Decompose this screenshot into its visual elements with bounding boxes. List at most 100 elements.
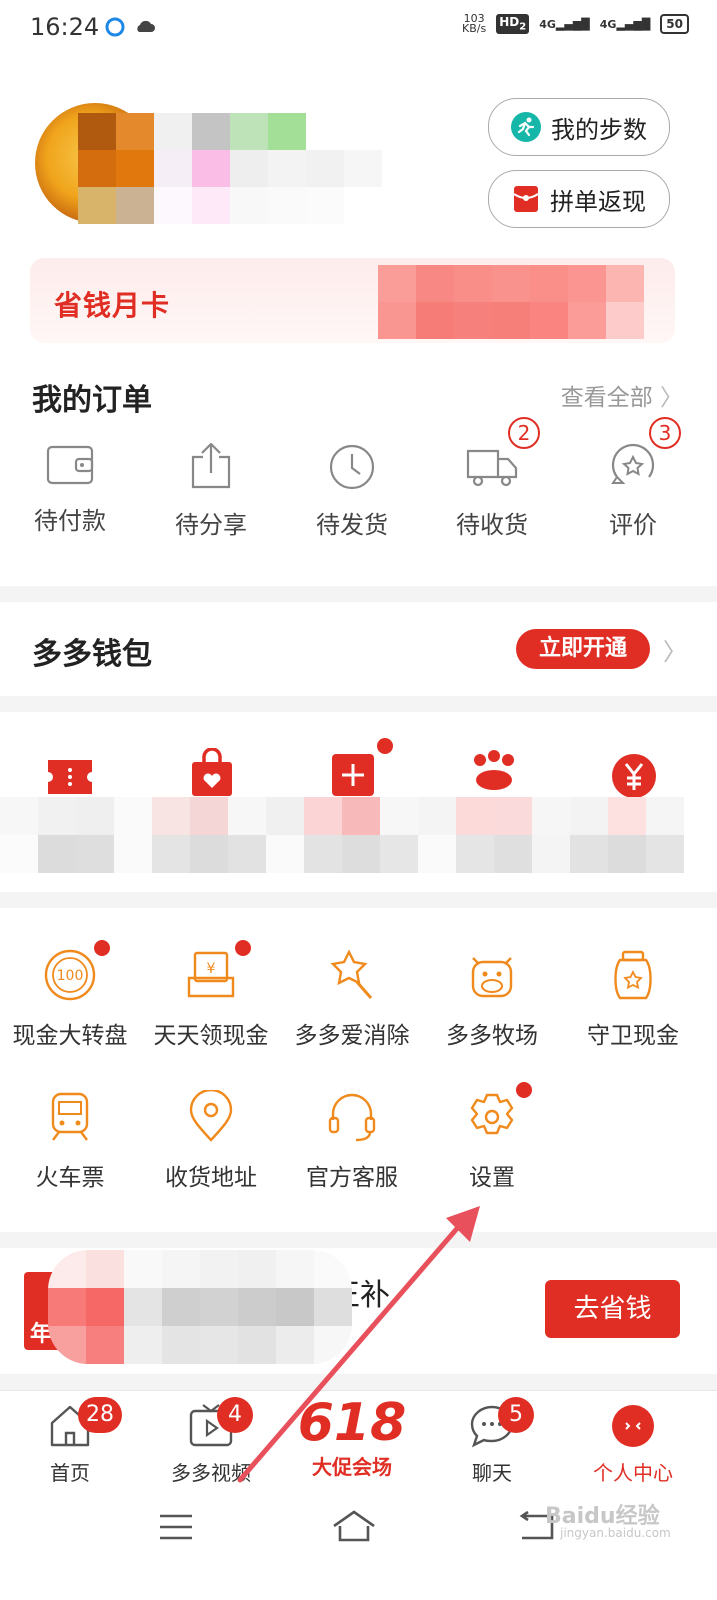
yuan-coin-icon[interactable] xyxy=(610,752,658,800)
promo-618-logo: 618 xyxy=(297,1393,407,1453)
service-label: 官方客服 xyxy=(306,1165,398,1191)
nav-chat[interactable]: 聊天 5 xyxy=(422,1397,562,1486)
coupon-row xyxy=(0,712,717,892)
signal-icon-1: 4G▂▄▆█ xyxy=(539,17,590,31)
truck-icon xyxy=(466,449,518,487)
menu-icon[interactable] xyxy=(158,1512,194,1542)
money-card-title: 省钱月卡 xyxy=(54,289,171,322)
status-bar: 16:24 103 KB/s HD2 4G▂▄▆█ 4G▂▄▆█ 50 xyxy=(0,0,717,58)
bottom-nav: 首页 28 多多视频 4 618 大促会场 聊天 5 个人中心 xyxy=(0,1390,717,1491)
ticket-icon[interactable] xyxy=(46,758,94,796)
nav-home[interactable]: 首页 28 xyxy=(0,1397,140,1486)
order-label: 待发货 xyxy=(316,511,388,539)
farm-item[interactable]: 多多牧场 xyxy=(422,948,562,1050)
gear-icon xyxy=(470,1093,514,1135)
order-count-badge: 2 xyxy=(508,417,540,449)
service-label: 设置 xyxy=(469,1165,515,1191)
cloud-icon xyxy=(137,20,155,32)
order-label: 待分享 xyxy=(175,511,247,539)
review-icon xyxy=(611,443,655,484)
settings-item[interactable]: 设置 xyxy=(422,1082,562,1192)
group-cashback-label: 拼单返现 xyxy=(550,187,646,216)
net-speed-unit: KB/s xyxy=(462,22,487,35)
service-label: 多多牧场 xyxy=(446,1023,538,1049)
profile-icon xyxy=(612,1405,654,1447)
clock-icon xyxy=(329,444,375,490)
view-all-label: 查看全部 xyxy=(560,385,653,411)
new-dot xyxy=(516,1082,532,1098)
blurred-promo-text xyxy=(48,1250,352,1364)
jar-icon xyxy=(614,950,652,1000)
group-cashback-button[interactable]: 拼单返现 xyxy=(488,170,670,228)
chat-badge: 5 xyxy=(498,1397,534,1433)
star-wand-icon xyxy=(330,949,373,999)
wallet-title: 多多钱包 xyxy=(32,637,152,672)
wallet-icon xyxy=(46,445,94,485)
my-steps-button[interactable]: 我的步数 xyxy=(488,98,670,156)
cow-icon xyxy=(471,957,513,998)
share-icon xyxy=(191,442,231,489)
money-saving-card[interactable]: 省钱月卡 xyxy=(30,258,675,343)
promo-banner: 年 正补 到底 去省钱 xyxy=(0,1248,717,1374)
shopping-bag-icon[interactable] xyxy=(190,748,234,798)
my-steps-label: 我的步数 xyxy=(551,115,647,144)
signal-label-1: 4G xyxy=(539,17,556,31)
cash-wheel-item[interactable]: 100 现金大转盘 xyxy=(0,940,140,1050)
red-envelope-icon xyxy=(513,186,539,212)
services-grid: 100 现金大转盘 ¥ 天天领现金 多多爱消除 多多牧场 守卫现金 火车票 收货… xyxy=(0,908,717,1232)
nav-label: 大促会场 xyxy=(312,1455,392,1479)
new-dot xyxy=(235,940,251,956)
watermark-url: jingyan.baidu.com xyxy=(560,1526,671,1540)
train-ticket-item[interactable]: 火车票 xyxy=(0,1090,140,1192)
paw-icon[interactable] xyxy=(468,750,520,790)
signal-label-2: 4G xyxy=(599,17,617,31)
hd-icon: HD2 xyxy=(496,14,530,34)
match-game-item[interactable]: 多多爱消除 xyxy=(282,948,422,1050)
orders-title: 我的订单 xyxy=(32,383,152,418)
status-indicators: 103 KB/s HD2 4G▂▄▆█ 4G▂▄▆█ 50 xyxy=(462,13,689,35)
review-count-badge: 3 xyxy=(649,417,681,449)
chevron-right-icon: 〉 xyxy=(663,638,687,666)
nav-profile[interactable]: 个人中心 xyxy=(563,1403,703,1486)
service-label: 天天领现金 xyxy=(153,1023,269,1049)
service-label: 多多爱消除 xyxy=(294,1023,410,1049)
running-icon xyxy=(511,112,541,142)
order-pending-payment[interactable]: 待付款 xyxy=(0,443,140,536)
daily-cash-item[interactable]: ¥ 天天领现金 xyxy=(141,940,281,1050)
service-label: 收货地址 xyxy=(165,1165,257,1191)
order-review[interactable]: 评价 3 xyxy=(563,417,703,540)
save-money-button[interactable]: 去省钱 xyxy=(545,1280,680,1338)
order-pending-share[interactable]: 待分享 xyxy=(141,442,281,540)
system-nav-bar: Baidu经验 jingyan.baidu.com xyxy=(0,1490,717,1600)
svg-text:¥: ¥ xyxy=(207,961,216,977)
order-label: 待付款 xyxy=(34,507,106,535)
location-icon xyxy=(189,1088,233,1142)
battery-icon: 50 xyxy=(660,14,689,34)
view-all-orders-link[interactable]: 查看全部 〉 xyxy=(561,378,683,412)
guard-cash-item[interactable]: 守卫现金 xyxy=(563,948,703,1050)
hd-label: HD xyxy=(499,15,520,30)
system-home-icon[interactable] xyxy=(330,1508,378,1544)
new-dot xyxy=(94,940,110,956)
activate-wallet-button[interactable]: 立即开通 xyxy=(516,629,650,669)
blurred-username xyxy=(78,113,382,224)
cash-envelope-icon: ¥ xyxy=(187,951,235,998)
order-pending-shipment[interactable]: 待发货 xyxy=(282,443,422,540)
customer-service-item[interactable]: 官方客服 xyxy=(282,1090,422,1192)
status-time: 16:24 xyxy=(30,13,100,41)
nav-promo-618[interactable]: 618 大促会场 xyxy=(282,1395,422,1480)
nav-label: 多多视频 xyxy=(171,1461,251,1485)
svg-text:100: 100 xyxy=(57,968,84,984)
blurred-card-info xyxy=(378,265,644,339)
shipping-address-item[interactable]: 收货地址 xyxy=(141,1088,281,1192)
signal-icon-2: 4G▂▄▆█ xyxy=(599,17,651,31)
train-icon xyxy=(51,1092,89,1141)
order-pending-receipt[interactable]: 待收货 2 xyxy=(422,417,562,540)
add-box-icon[interactable] xyxy=(330,752,376,798)
nav-video[interactable]: 多多视频 4 xyxy=(141,1397,281,1486)
wallet-section[interactable]: 多多钱包 立即开通 〉 xyxy=(0,602,717,696)
wheel-icon: 100 xyxy=(44,949,96,1001)
video-badge: 4 xyxy=(217,1397,253,1433)
nav-label: 聊天 xyxy=(472,1461,512,1485)
headset-icon xyxy=(328,1093,376,1142)
